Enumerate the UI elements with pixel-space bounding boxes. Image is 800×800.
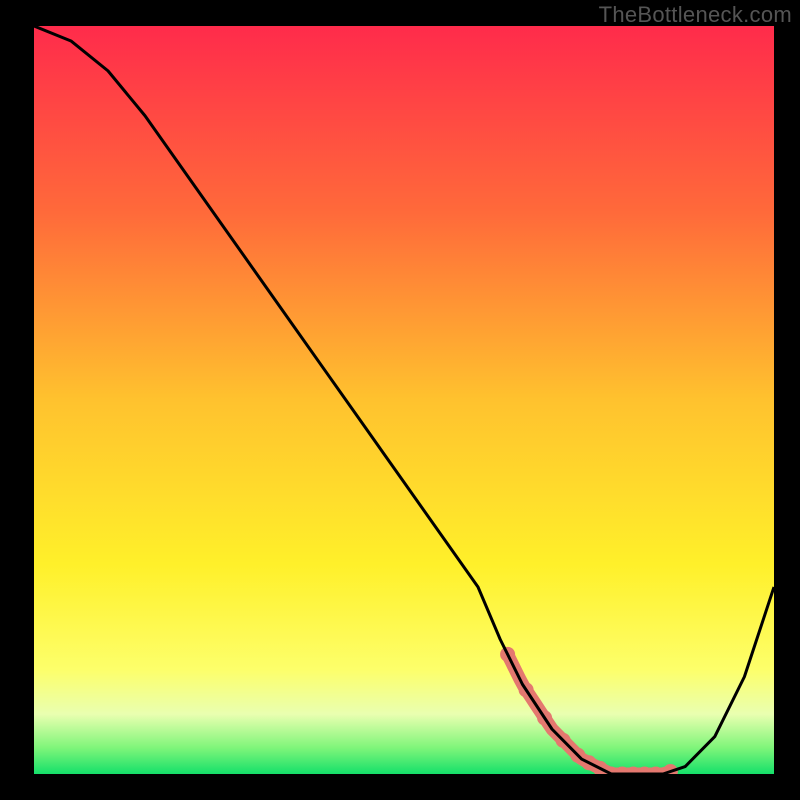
chart-background bbox=[34, 26, 774, 774]
chart-plot-area bbox=[34, 26, 774, 774]
chart-frame: TheBottleneck.com bbox=[0, 0, 800, 800]
watermark-text: TheBottleneck.com bbox=[599, 2, 792, 28]
chart-svg bbox=[34, 26, 774, 774]
